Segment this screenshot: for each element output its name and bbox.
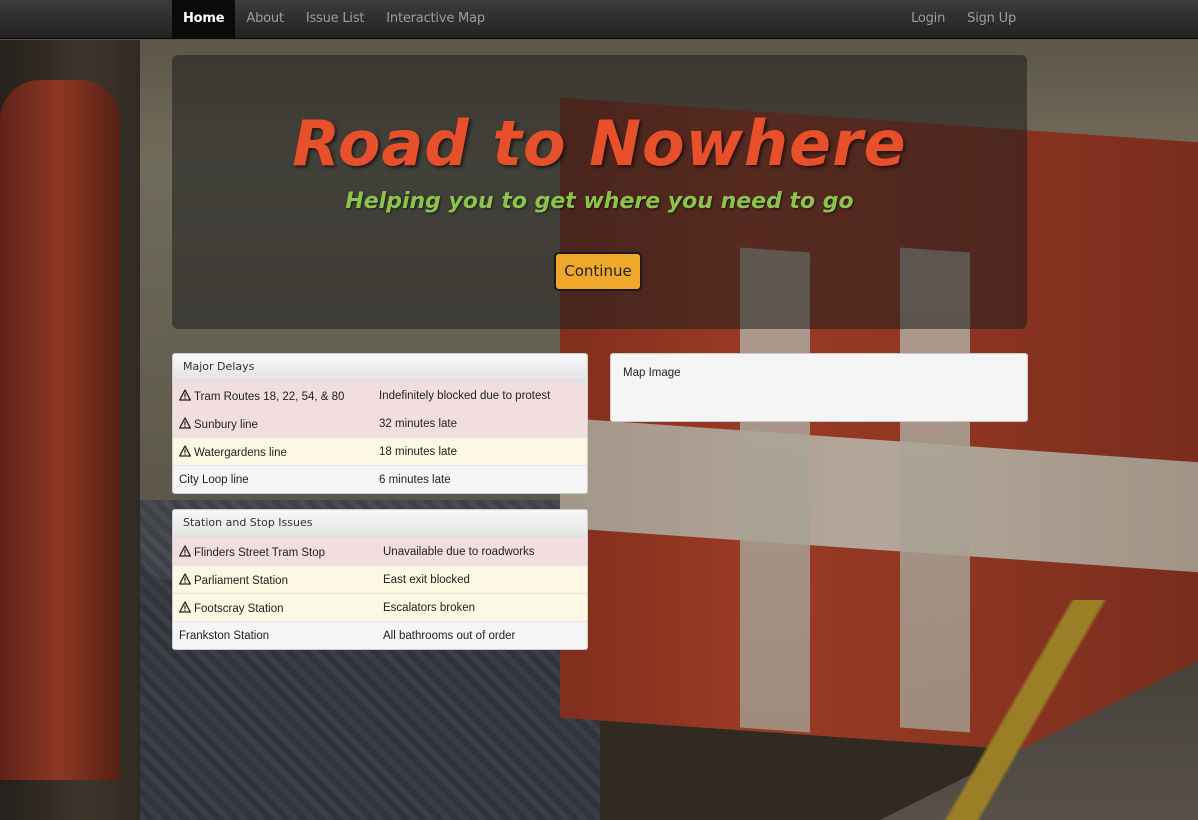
- issue-status: All bathrooms out of order: [377, 621, 587, 649]
- issue-status: 32 minutes late: [373, 409, 587, 438]
- warning-icon: [179, 444, 191, 457]
- station-issues-heading: Station and Stop Issues: [173, 510, 587, 537]
- table-row: Flinders Street Tram Stop Unavailable due…: [173, 537, 587, 566]
- station-issues-panel: Station and Stop Issues Flinders Street …: [172, 509, 588, 650]
- warning-icon: [179, 388, 191, 401]
- table-row: City Loop line 6 minutes late: [173, 465, 587, 493]
- nav-login-link[interactable]: Login: [900, 0, 956, 38]
- map-image-placeholder: Map Image: [623, 367, 681, 379]
- top-navbar: Home About Issue List Interactive Map Lo…: [0, 0, 1198, 39]
- issue-name: Flinders Street Tram Stop: [194, 546, 326, 559]
- nav-interactive-map-link[interactable]: Interactive Map: [375, 0, 496, 38]
- issue-name: Parliament Station: [194, 574, 288, 587]
- issue-name-cell: Frankston Station: [173, 621, 377, 649]
- warning-icon: [179, 600, 191, 613]
- issue-name: Sunbury line: [194, 418, 258, 431]
- nav-right-links: Login Sign Up: [900, 0, 1027, 38]
- issue-status: Escalators broken: [377, 593, 587, 622]
- issue-name-cell: City Loop line: [173, 465, 373, 493]
- warning-icon: [179, 572, 191, 585]
- nav-home-link[interactable]: Home: [172, 0, 236, 38]
- issue-name: Footscray Station: [194, 602, 284, 615]
- issue-status: East exit blocked: [377, 565, 587, 594]
- issue-status: 18 minutes late: [373, 437, 587, 466]
- issue-name: City Loop line: [179, 473, 249, 486]
- table-row: Footscray Station Escalators broken: [173, 593, 587, 622]
- table-row: Sunbury line 32 minutes late: [173, 409, 587, 438]
- table-row: Tram Routes 18, 22, 54, & 80 Indefinitely…: [173, 381, 587, 410]
- major-delays-heading: Major Delays: [173, 354, 587, 381]
- issue-name-cell: Watergardens line: [173, 437, 373, 466]
- station-issues-table: Flinders Street Tram Stop Unavailable due…: [173, 537, 587, 649]
- nav-signup-link[interactable]: Sign Up: [956, 0, 1027, 38]
- table-row: Parliament Station East exit blocked: [173, 565, 587, 594]
- map-panel: Map Image: [610, 353, 1028, 422]
- issue-status: 6 minutes late: [373, 465, 587, 493]
- nav-left-links: Home About Issue List Interactive Map: [172, 0, 496, 38]
- major-delays-table: Tram Routes 18, 22, 54, & 80 Indefinitely…: [173, 381, 587, 493]
- table-row: Frankston Station All bathrooms out of or…: [173, 621, 587, 649]
- issue-name: Watergardens line: [194, 446, 287, 459]
- issue-name-cell: Sunbury line: [173, 409, 373, 438]
- warning-icon: [179, 544, 191, 557]
- issue-name-cell: Footscray Station: [173, 593, 377, 622]
- major-delays-panel: Major Delays Tram Routes 18, 22, 54, & 8…: [172, 353, 588, 494]
- issue-name-cell: Flinders Street Tram Stop: [173, 537, 377, 566]
- hero-subtitle: Helping you to get where you need to go: [345, 189, 854, 214]
- issue-status: Unavailable due to roadworks: [377, 537, 587, 566]
- issue-name-cell: Tram Routes 18, 22, 54, & 80: [173, 381, 373, 410]
- issue-status: Indefinitely blocked due to protest: [373, 381, 587, 410]
- issue-name: Tram Routes 18, 22, 54, & 80: [194, 390, 345, 403]
- issue-name: Frankston Station: [179, 629, 270, 642]
- hero-jumbotron: Road to Nowhere Helping you to get where…: [172, 55, 1027, 329]
- hero-title: Road to Nowhere: [292, 107, 907, 180]
- warning-icon: [179, 416, 191, 429]
- table-row: Watergardens line 18 minutes late: [173, 437, 587, 466]
- continue-button[interactable]: Continue: [554, 252, 642, 291]
- nav-issue-list-link[interactable]: Issue List: [295, 0, 375, 38]
- nav-about-link[interactable]: About: [235, 0, 294, 38]
- issue-name-cell: Parliament Station: [173, 565, 377, 594]
